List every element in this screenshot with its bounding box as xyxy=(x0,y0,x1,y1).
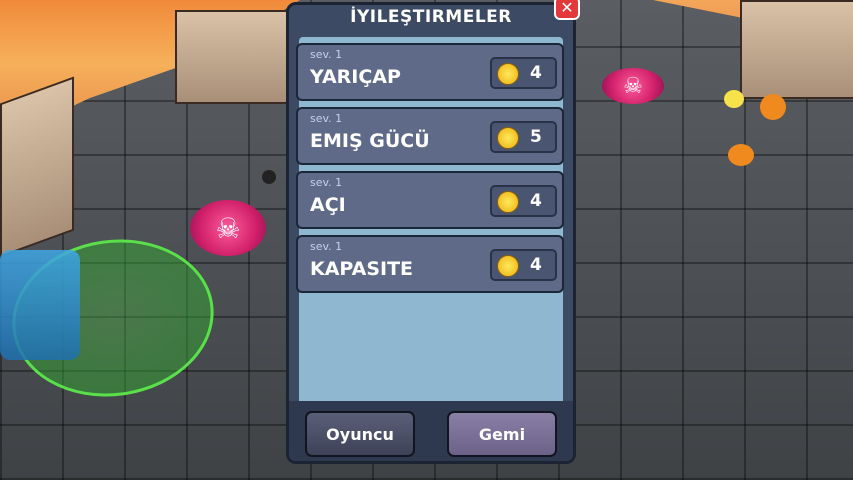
upgrade-cost: 5 xyxy=(530,127,542,147)
upgrade-name: KAPASITE xyxy=(310,258,414,280)
upgrade-item-angle[interactable]: sev. 1 AÇI 4 xyxy=(296,171,564,229)
upgrade-item-capacity[interactable]: sev. 1 KAPASITE 4 xyxy=(296,235,564,293)
dialog-title: İYILEŞTIRMELER xyxy=(350,7,512,27)
upgrade-buy-button[interactable]: 4 xyxy=(490,249,557,281)
arena-wall-top xyxy=(175,10,289,104)
upgrade-buy-button[interactable]: 5 xyxy=(490,121,557,153)
upgrades-dialog: İYILEŞTIRMELER sev. 1 YARIÇAP 4 sev. 1 E… xyxy=(286,2,576,464)
upgrade-cost: 4 xyxy=(530,191,542,211)
bomb-pickup xyxy=(262,170,276,184)
upgrade-name: YARIÇAP xyxy=(310,66,401,88)
upgrade-item-radius[interactable]: sev. 1 YARIÇAP 4 xyxy=(296,43,564,101)
fruit-pickup xyxy=(724,90,744,108)
skull-hazard-icon: ☠ xyxy=(602,68,664,104)
upgrade-name: EMIŞ GÜCÜ xyxy=(310,130,430,152)
upgrade-name: AÇI xyxy=(310,194,346,216)
coin-icon xyxy=(497,191,519,213)
player-character xyxy=(0,250,80,360)
upgrade-item-suction[interactable]: sev. 1 EMIŞ GÜCÜ 5 xyxy=(296,107,564,165)
skull-hazard-icon: ☠ xyxy=(190,200,266,256)
upgrade-level: sev. 1 xyxy=(310,48,343,61)
player-tab-button[interactable]: Oyuncu xyxy=(305,411,415,457)
coin-icon xyxy=(497,63,519,85)
upgrade-buy-button[interactable]: 4 xyxy=(490,185,557,217)
fruit-pickup xyxy=(760,94,786,120)
upgrade-level: sev. 1 xyxy=(310,112,343,125)
upgrade-level: sev. 1 xyxy=(310,240,343,253)
upgrade-cost: 4 xyxy=(530,255,542,275)
coin-icon xyxy=(497,255,519,277)
fruit-pickup xyxy=(728,144,754,166)
arena-wall-left xyxy=(0,76,74,258)
coin-icon xyxy=(497,127,519,149)
upgrade-buy-button[interactable]: 4 xyxy=(490,57,557,89)
upgrade-cost: 4 xyxy=(530,63,542,83)
close-icon[interactable]: ✕ xyxy=(554,0,580,20)
arena-wall-right xyxy=(740,0,853,99)
ship-tab-button[interactable]: Gemi xyxy=(447,411,557,457)
upgrade-level: sev. 1 xyxy=(310,176,343,189)
